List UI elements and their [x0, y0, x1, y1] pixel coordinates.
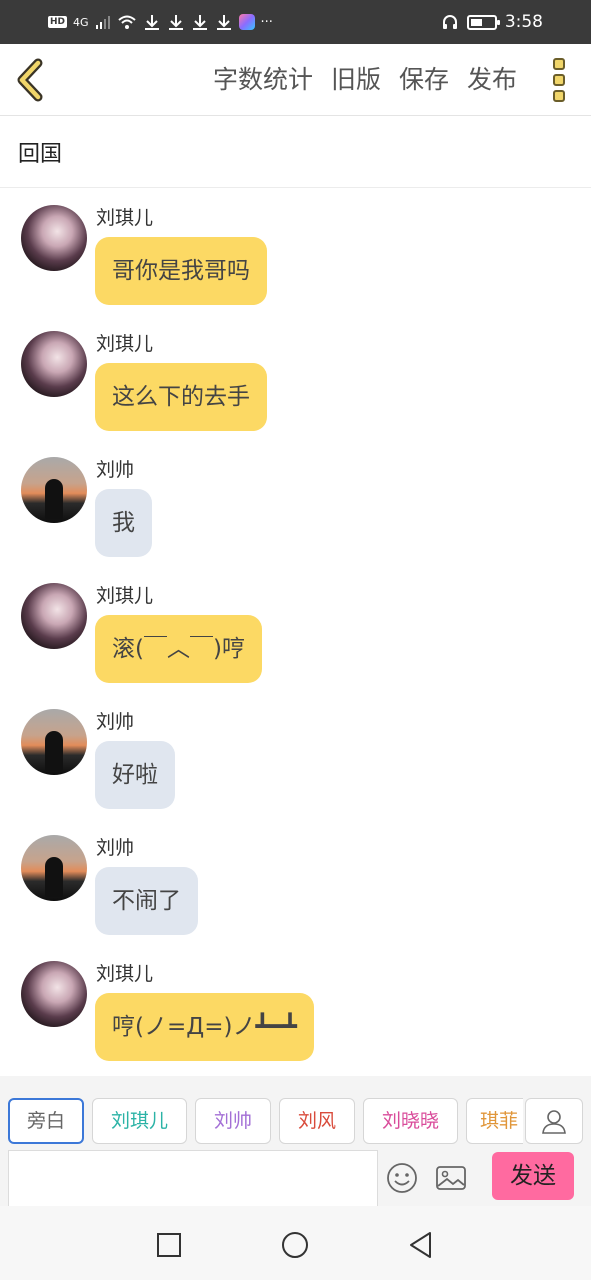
chat-message[interactable]: 刘帅 不闹了	[0, 819, 591, 937]
signal-icon	[95, 16, 110, 29]
message-bubble[interactable]: 我	[95, 489, 152, 557]
status-right: 3:58	[441, 10, 543, 34]
more-menu-button[interactable]	[551, 58, 567, 102]
battery-level	[470, 18, 482, 26]
avatar[interactable]	[21, 961, 87, 1027]
wifi-icon	[117, 15, 136, 29]
chapter-title: 回国	[18, 142, 63, 167]
status-left: HD 4G ···	[48, 10, 273, 34]
role-chip[interactable]: 刘晓晓	[363, 1098, 458, 1144]
avatar[interactable]	[21, 583, 87, 649]
sender-name: 刘帅	[96, 711, 135, 733]
avatar-figure	[45, 479, 63, 519]
sender-name: 刘帅	[96, 837, 135, 859]
publish-button[interactable]: 发布	[467, 62, 517, 98]
avatar[interactable]	[21, 205, 87, 271]
sender-name: 刘琪儿	[96, 963, 154, 985]
role-chip[interactable]: 刘帅	[195, 1098, 271, 1144]
chat-message[interactable]: 刘琪儿 哥你是我哥吗	[0, 189, 591, 307]
download-icon	[168, 15, 183, 30]
hd-icon: HD	[48, 16, 68, 28]
menu-dot-icon	[553, 90, 565, 102]
download-icon	[192, 15, 207, 30]
app-notification-icon	[238, 14, 255, 30]
download-icon	[216, 15, 231, 30]
more-notifications-icon: ···	[260, 14, 273, 30]
chat-message[interactable]: 刘琪儿滚(￣︿￣)哼	[0, 567, 591, 685]
toolbar-actions: 字数统计 旧版 保存 发布	[213, 62, 517, 98]
avatar[interactable]	[21, 331, 87, 397]
role-chip[interactable]: 刘琪儿	[92, 1098, 187, 1144]
chat-message[interactable]: 刘帅我	[0, 441, 591, 559]
home-icon[interactable]	[280, 1230, 310, 1260]
avatar-figure	[45, 731, 63, 771]
network-type: 4G	[73, 15, 89, 29]
role-chip[interactable]: 刘风	[279, 1098, 355, 1144]
message-bubble[interactable]: 哥你是我哥吗	[95, 237, 267, 305]
sender-name: 刘琪儿	[96, 333, 154, 355]
message-bubble[interactable]: 哼(ノ=Д=)ノ┻━┻	[95, 993, 314, 1061]
status-bar: HD 4G ··· 3:58	[0, 0, 591, 44]
image-button[interactable]	[434, 1161, 468, 1195]
emoji-button[interactable]	[385, 1161, 419, 1195]
role-chip[interactable]: 旁白	[8, 1098, 84, 1144]
send-button[interactable]: 发送	[492, 1152, 574, 1200]
system-nav-bar	[0, 1206, 591, 1280]
sender-name: 刘琪儿	[96, 207, 154, 229]
message-bubble[interactable]: 这么下的去手	[95, 363, 267, 431]
old-version-button[interactable]: 旧版	[331, 62, 381, 98]
message-bubble[interactable]: 好啦	[95, 741, 175, 809]
chapter-title-row[interactable]: 回国	[0, 117, 591, 188]
recent-apps-icon[interactable]	[154, 1230, 184, 1260]
message-input[interactable]	[8, 1150, 378, 1206]
sender-name: 刘帅	[96, 459, 135, 481]
chat-message[interactable]: 刘帅 好啦	[0, 693, 591, 811]
add-character-button[interactable]	[525, 1098, 583, 1144]
menu-dot-icon	[553, 74, 565, 86]
chat-message[interactable]: 刘琪儿 这么下的去手	[0, 315, 591, 433]
image-icon	[436, 1166, 466, 1190]
message-bubble[interactable]: 不闹了	[95, 867, 198, 935]
chat-list[interactable]: 刘琪儿 哥你是我哥吗 刘琪儿 这么下的去手 刘帅我刘琪儿 滚(￣︿￣)哼 刘帅 好啦 刘帅 不闹了…	[0, 189, 591, 1075]
chat-message[interactable]: 刘琪儿哼(ノ=Д=)ノ┻━┻	[0, 945, 591, 1063]
clock: 3:58	[504, 12, 543, 32]
download-icon	[144, 15, 159, 30]
back-arrow-icon	[17, 58, 43, 102]
back-button[interactable]	[10, 58, 54, 102]
avatar[interactable]	[21, 457, 87, 523]
battery-icon	[466, 14, 500, 30]
back-nav-icon[interactable]	[406, 1230, 436, 1260]
emoji-icon	[387, 1163, 417, 1193]
menu-dot-icon	[553, 58, 565, 70]
role-chip[interactable]: 琪菲	[466, 1098, 523, 1144]
person-icon	[542, 1110, 566, 1134]
avatar[interactable]	[21, 709, 87, 775]
save-button[interactable]: 保存	[399, 62, 449, 98]
composer: 旁白 刘琪儿 刘帅 刘风 刘晓晓 琪菲 发送	[0, 1076, 591, 1206]
top-toolbar: 字数统计 旧版 保存 发布	[0, 44, 591, 116]
word-count-button[interactable]: 字数统计	[213, 62, 313, 98]
message-bubble[interactable]: 滚(￣︿￣)哼	[95, 615, 262, 683]
avatar-figure	[45, 857, 63, 897]
sender-name: 刘琪儿	[96, 585, 154, 607]
role-selector[interactable]: 旁白 刘琪儿 刘帅 刘风 刘晓晓 琪菲	[8, 1098, 523, 1144]
headphones-icon	[442, 15, 457, 29]
avatar[interactable]	[21, 835, 87, 901]
